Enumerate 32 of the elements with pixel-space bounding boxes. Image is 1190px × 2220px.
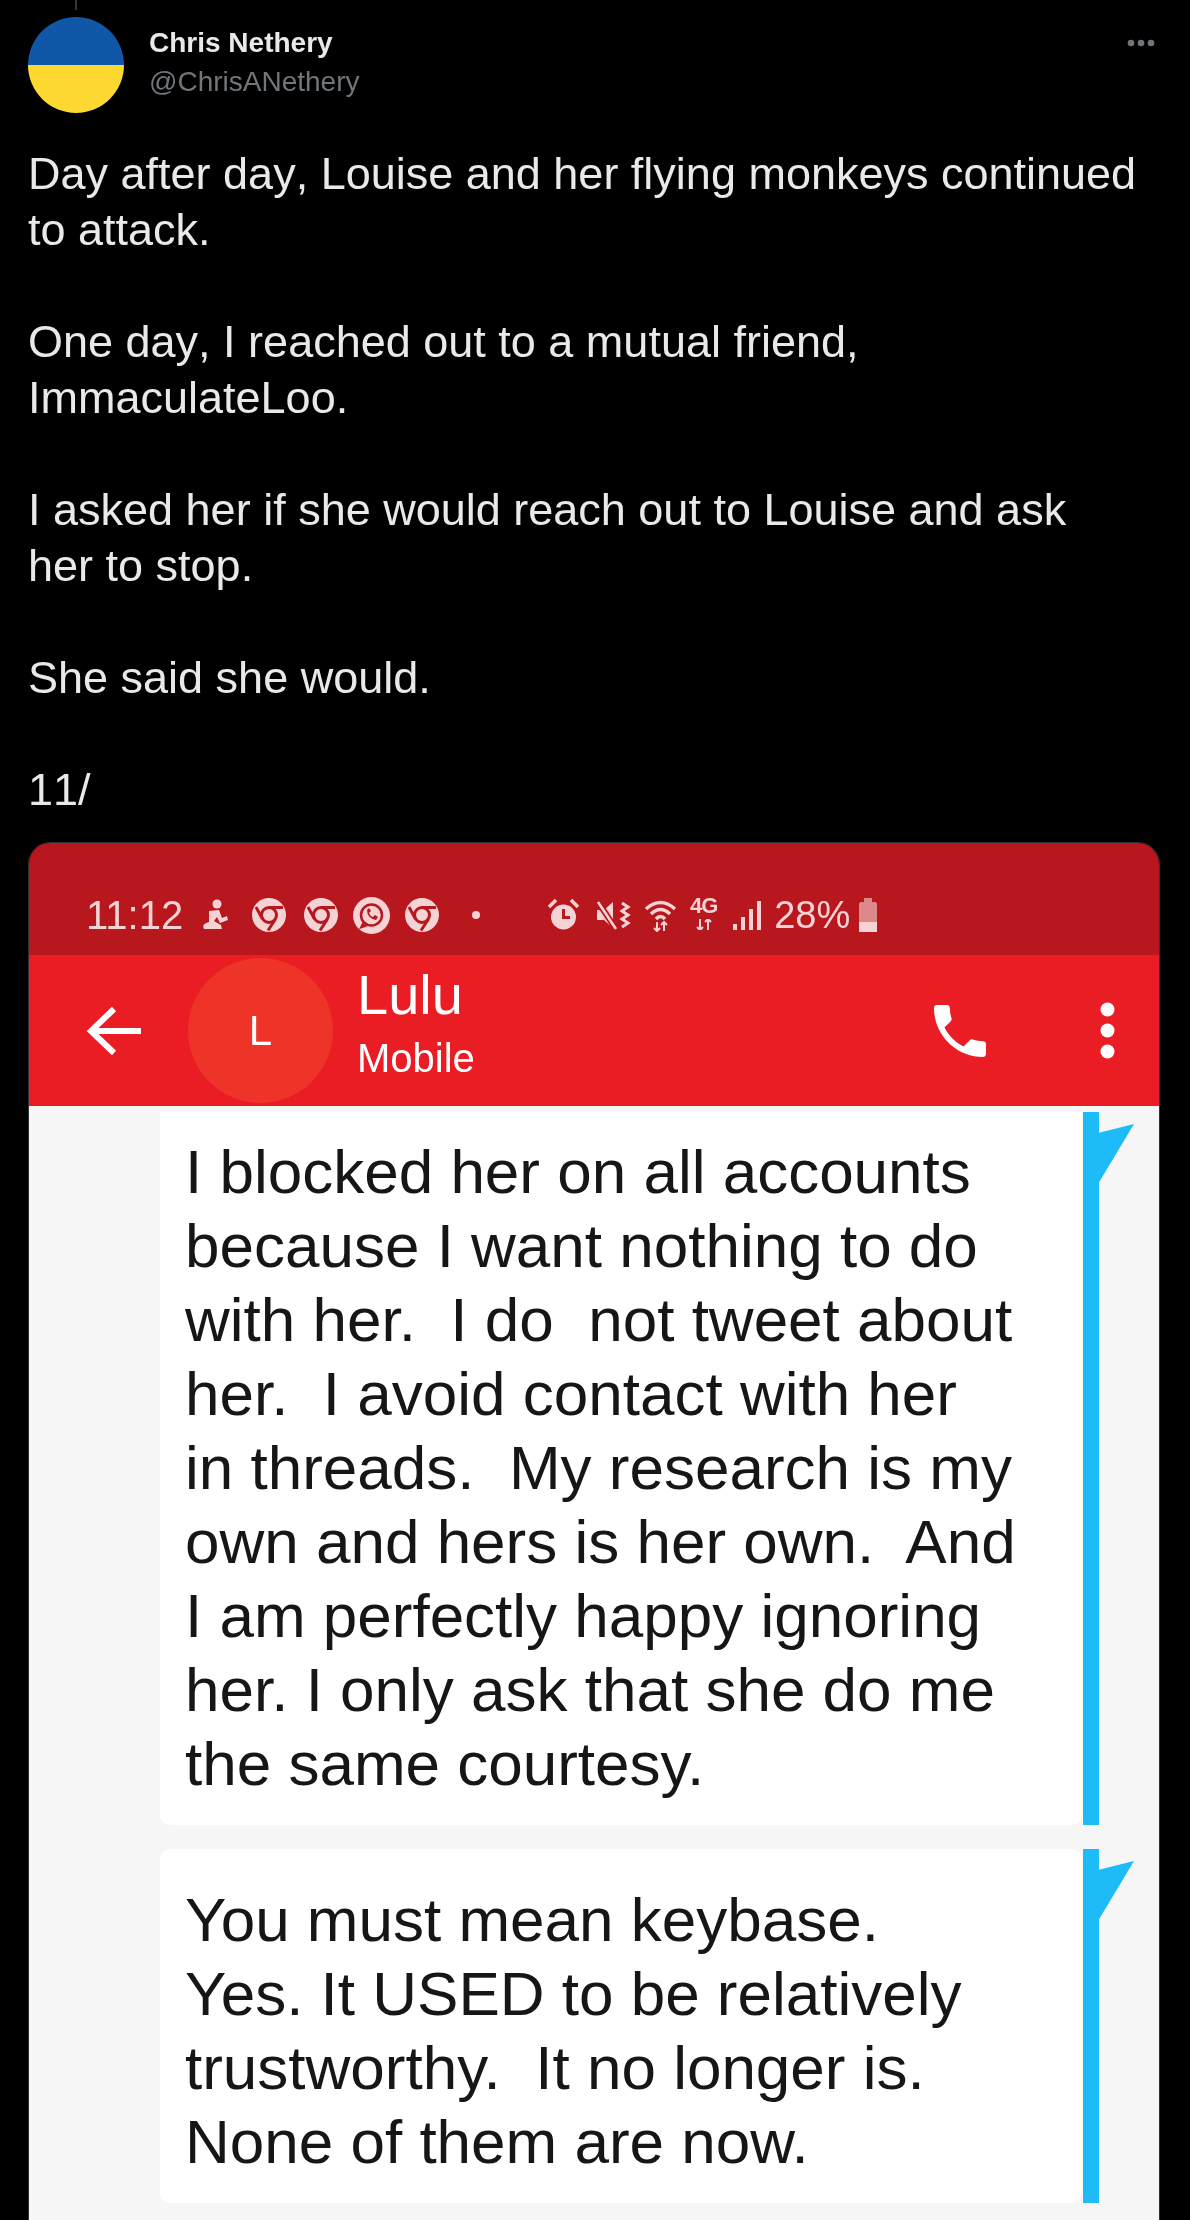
- more-options-icon[interactable]: [1100, 1002, 1115, 1059]
- tweet-paragraph: One day, I reached out to a mutual friend, ImmaculateLoo.: [28, 315, 860, 425]
- flag-bar-icon: [1083, 1849, 1135, 2203]
- figure-icon: [200, 898, 231, 932]
- author-handle[interactable]: @ChrisANethery: [149, 65, 360, 99]
- phone-icon[interactable]: [934, 1004, 986, 1057]
- more-options-icon[interactable]: [1127, 39, 1155, 47]
- contact-name: Lulu: [357, 965, 463, 1025]
- tweet-paragraph: I asked her if she would reach out to Louise and ask her to stop.: [28, 483, 1068, 593]
- contact-avatar[interactable]: L: [188, 958, 333, 1103]
- battery-percent: 28%: [774, 893, 851, 938]
- tweet-paragraph: Day after day, Louise and her flying monkeys continued to attack.: [28, 147, 1138, 257]
- chat-bubble-icon: [353, 896, 391, 934]
- dot-icon: [472, 911, 481, 919]
- round-app-icon: [252, 898, 287, 932]
- round-app-icon: [405, 898, 440, 932]
- signal-icon: [730, 898, 764, 932]
- message-bubble: You must mean keybase. Yes. It USED to be relatively trustworthy. It no longer is. None of them are now.: [160, 1849, 1082, 2203]
- round-app-icon: [304, 898, 339, 932]
- tweet-paragraph: She said she would.: [28, 651, 432, 705]
- battery-icon: [857, 898, 880, 932]
- alarm-clock-icon: [547, 898, 581, 932]
- tweet-paragraph: 11/: [28, 763, 92, 817]
- data-arrows-icon: [693, 918, 714, 930]
- author-name[interactable]: Chris Nethery: [149, 26, 333, 60]
- message-bubble: I blocked her on all accounts because I want nothing to do with her. I do not tweet about her. I avoid contact with her in threads. My research is my own and hers is her own. And I am perfectly happy ignoring her. I only ask that she do me the same courtesy.: [160, 1112, 1082, 1825]
- contact-label: Mobile: [357, 1036, 475, 1080]
- avatar-icon[interactable]: [28, 17, 124, 113]
- wifi-icon: [644, 898, 678, 932]
- status-time: 11:12: [86, 892, 184, 939]
- network-type: 4G: [689, 894, 718, 917]
- flag-bar-icon: [1083, 1112, 1135, 1825]
